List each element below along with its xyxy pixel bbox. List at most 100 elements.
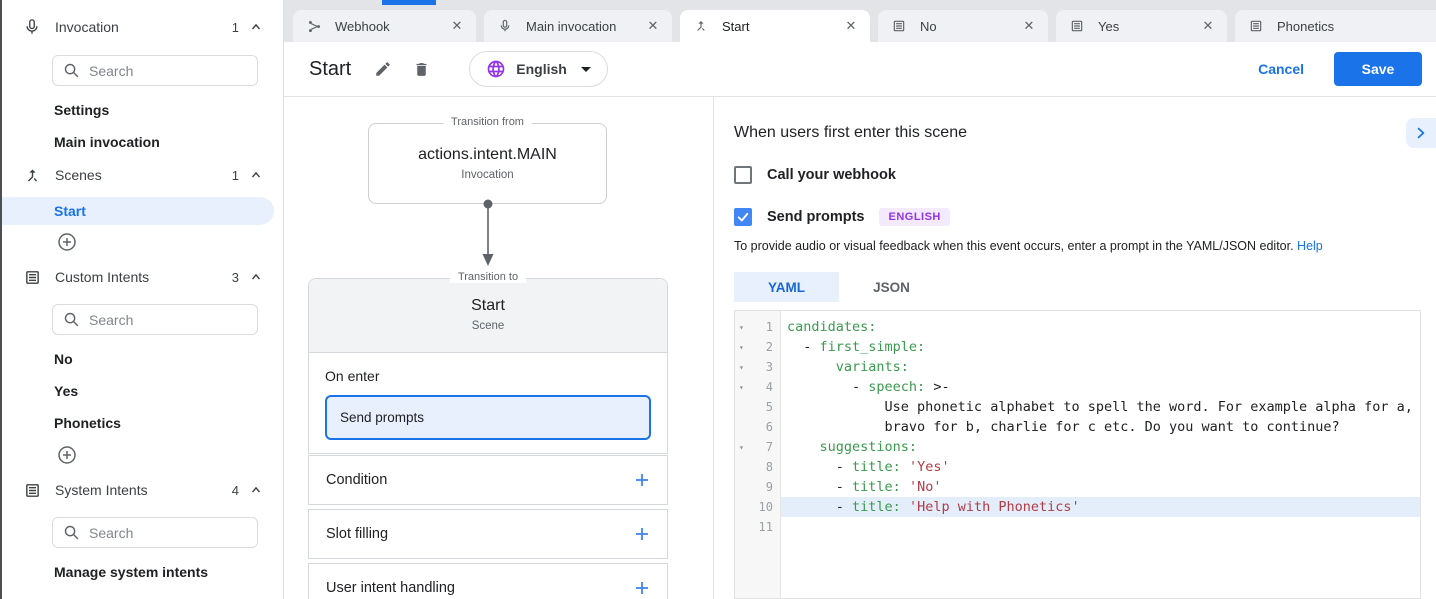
line-number: 2: [749, 340, 780, 354]
collapse-panel-button[interactable]: [1406, 118, 1436, 148]
sidebar-item-manage-system-intents[interactable]: Manage system intents: [2, 556, 283, 588]
slot-filling-section[interactable]: Slot filling: [308, 509, 668, 559]
chevron-up-icon[interactable]: [249, 20, 263, 34]
code-editor[interactable]: ▾1▾2▾3▾456▾7891011 candidates: - first_s…: [734, 310, 1421, 599]
tab-label: No: [920, 19, 1020, 34]
intent-icon: [892, 18, 908, 34]
cancel-button[interactable]: Cancel: [1258, 61, 1304, 77]
tab-label: Phonetics: [1277, 19, 1436, 34]
section-label: Invocation: [55, 19, 232, 35]
code-line[interactable]: - title: 'Yes': [781, 457, 1420, 477]
gutter-row[interactable]: ▾4: [735, 377, 780, 397]
sidebar-section-invocation[interactable]: Invocation 1: [2, 10, 283, 44]
tab-webhook[interactable]: Webhook ✕: [293, 10, 476, 42]
gutter-row[interactable]: 6: [735, 417, 780, 437]
editor-gutter: ▾1▾2▾3▾456▾7891011: [735, 311, 781, 598]
scene-diagram-panel: Transition from actions.intent.MAIN Invo…: [284, 97, 714, 599]
transition-from-node[interactable]: Transition from actions.intent.MAIN Invo…: [368, 123, 607, 204]
editor-code[interactable]: candidates: - first_simple: variants: - …: [781, 311, 1420, 598]
chevron-up-icon[interactable]: [249, 483, 263, 497]
fold-icon[interactable]: ▾: [735, 323, 749, 332]
language-selector[interactable]: English: [469, 51, 608, 87]
gutter-row[interactable]: ▾3: [735, 357, 780, 377]
code-line[interactable]: - speech: >-: [781, 377, 1420, 397]
sidebar-section-custom-intents[interactable]: Custom Intents 3: [2, 260, 283, 294]
editor-tabstrip: Webhook ✕ Main invocation ✕ Start ✕: [284, 0, 1436, 42]
caret-down-icon: [581, 67, 591, 72]
send-prompts-chip[interactable]: Send prompts: [325, 395, 651, 440]
fold-icon[interactable]: ▾: [735, 443, 749, 452]
slot-filling-label: Slot filling: [326, 526, 634, 542]
sidebar-item-main-invocation[interactable]: Main invocation: [2, 126, 283, 158]
line-number: 9: [749, 480, 780, 494]
fold-icon[interactable]: ▾: [735, 383, 749, 392]
close-icon[interactable]: ✕: [644, 17, 662, 35]
send-prompts-checkbox[interactable]: [734, 208, 752, 226]
search-input[interactable]: [52, 55, 258, 86]
code-line[interactable]: candidates:: [781, 317, 1420, 337]
sidebar-item-yes[interactable]: Yes: [2, 375, 283, 407]
sidebar-item-start[interactable]: Start: [2, 197, 274, 225]
code-line[interactable]: - first_simple:: [781, 337, 1420, 357]
gutter-row[interactable]: ▾2: [735, 337, 780, 357]
tab-label: Main invocation: [526, 19, 644, 34]
sidebar-section-scenes[interactable]: Scenes 1: [2, 158, 283, 192]
tab-yes[interactable]: Yes ✕: [1056, 10, 1227, 42]
edit-icon[interactable]: [373, 59, 393, 79]
add-condition-icon[interactable]: [634, 472, 650, 488]
webhook-checkbox[interactable]: [734, 166, 752, 184]
tab-no[interactable]: No ✕: [878, 10, 1048, 42]
close-icon[interactable]: ✕: [448, 17, 466, 35]
sidebar-item-no[interactable]: No: [2, 343, 283, 375]
fold-icon[interactable]: ▾: [735, 343, 749, 352]
search-input[interactable]: [52, 517, 258, 548]
gutter-row[interactable]: 9: [735, 477, 780, 497]
close-icon[interactable]: ✕: [842, 17, 860, 35]
gutter-row[interactable]: 11: [735, 517, 780, 537]
tab-yaml[interactable]: YAML: [734, 272, 839, 302]
help-link[interactable]: Help: [1297, 239, 1323, 253]
code-line[interactable]: [781, 517, 1420, 537]
add-user-intent-icon[interactable]: [634, 580, 650, 596]
tab-phonetics[interactable]: Phonetics ✕: [1235, 10, 1436, 42]
sidebar-item-settings[interactable]: Settings: [2, 94, 283, 126]
scene-node-header[interactable]: Transition to Start Scene: [309, 279, 667, 353]
tab-main-invocation[interactable]: Main invocation ✕: [484, 10, 672, 42]
gutter-row[interactable]: 5: [735, 397, 780, 417]
tab-json[interactable]: JSON: [839, 272, 944, 302]
language-badge: ENGLISH: [879, 208, 949, 226]
gutter-row[interactable]: 8: [735, 457, 780, 477]
line-number: 11: [749, 520, 780, 534]
search-input[interactable]: [52, 304, 258, 335]
gutter-row[interactable]: ▾7: [735, 437, 780, 457]
save-button[interactable]: Save: [1334, 52, 1422, 86]
browser-accent-bar: [382, 0, 436, 5]
section-label: System Intents: [55, 482, 232, 498]
format-tabs: YAML JSON: [734, 272, 1436, 302]
line-number: 7: [749, 440, 780, 454]
code-line[interactable]: - title: 'No': [781, 477, 1420, 497]
user-intent-handling-section[interactable]: User intent handling: [308, 563, 668, 599]
close-icon[interactable]: ✕: [1020, 17, 1038, 35]
sidebar-section-system-intents[interactable]: System Intents 4: [2, 473, 283, 507]
fold-icon[interactable]: ▾: [735, 363, 749, 372]
plus-circle-icon: [57, 232, 77, 252]
add-scene-button[interactable]: [2, 231, 283, 253]
condition-section[interactable]: Condition: [308, 455, 668, 505]
add-slot-icon[interactable]: [634, 526, 650, 542]
delete-icon[interactable]: [411, 59, 431, 79]
close-icon[interactable]: ✕: [1199, 17, 1217, 35]
code-line[interactable]: variants:: [781, 357, 1420, 377]
gutter-row[interactable]: 10: [735, 497, 780, 517]
code-line[interactable]: suggestions:: [781, 437, 1420, 457]
chevron-up-icon[interactable]: [249, 168, 263, 182]
chevron-up-icon[interactable]: [249, 270, 263, 284]
sidebar-item-phonetics[interactable]: Phonetics: [2, 407, 283, 439]
tab-start[interactable]: Start ✕: [680, 10, 870, 42]
add-intent-button[interactable]: [2, 444, 283, 466]
code-line[interactable]: bravo for b, charlie for c etc. Do you w…: [781, 417, 1420, 437]
code-line[interactable]: Use phonetic alphabet to spell the word.…: [781, 397, 1420, 417]
code-line[interactable]: - title: 'Help with Phonetics': [781, 497, 1420, 517]
intent-icon: [1070, 18, 1086, 34]
gutter-row[interactable]: ▾1: [735, 317, 780, 337]
